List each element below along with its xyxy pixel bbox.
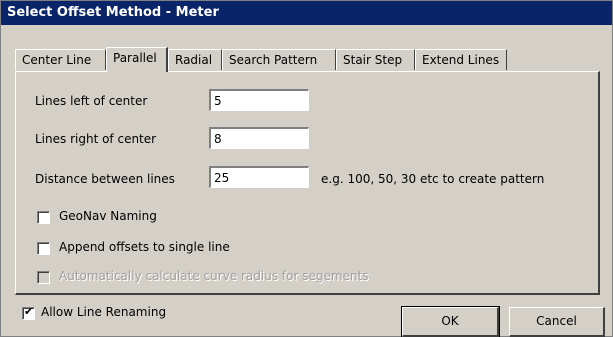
parallel-tab-panel: Lines left of center 5 Lines right of ce… xyxy=(15,71,600,295)
allow-line-renaming-label[interactable]: Allow Line Renaming xyxy=(41,305,166,319)
lines-left-label: Lines left of center xyxy=(35,94,148,108)
tab-extend-lines[interactable]: Extend Lines xyxy=(415,49,507,70)
select-offset-method-dialog: Select Offset Method - Meter Center Line… xyxy=(0,0,613,337)
tab-radial[interactable]: Radial xyxy=(168,49,222,70)
auto-calc-radius-checkbox xyxy=(37,271,50,284)
append-offsets-checkbox[interactable] xyxy=(37,242,50,255)
distance-hint: e.g. 100, 50, 30 etc to create pattern xyxy=(321,172,545,186)
tab-center-line[interactable]: Center Line xyxy=(15,49,106,70)
lines-right-input[interactable]: 8 xyxy=(209,127,309,149)
tab-stair-step[interactable]: Stair Step xyxy=(336,49,415,70)
window-title: Select Offset Method - Meter xyxy=(1,1,612,25)
ok-button[interactable]: OK xyxy=(401,306,500,337)
append-offsets-label[interactable]: Append offsets to single line xyxy=(59,240,230,254)
distance-label: Distance between lines xyxy=(35,172,175,186)
lines-left-input[interactable]: 5 xyxy=(209,89,309,111)
auto-calc-radius-label: Automatically calculate curve radius for… xyxy=(59,269,369,283)
cancel-button[interactable]: Cancel xyxy=(509,307,605,337)
tab-parallel[interactable]: Parallel xyxy=(106,47,168,72)
tab-search-pattern[interactable]: Search Pattern xyxy=(222,49,336,70)
geonav-naming-label[interactable]: GeoNav Naming xyxy=(59,209,157,223)
allow-line-renaming-checkbox[interactable] xyxy=(22,305,35,320)
distance-input[interactable]: 25 xyxy=(209,166,309,188)
geonav-naming-checkbox[interactable] xyxy=(37,211,50,224)
lines-right-label: Lines right of center xyxy=(35,132,157,146)
